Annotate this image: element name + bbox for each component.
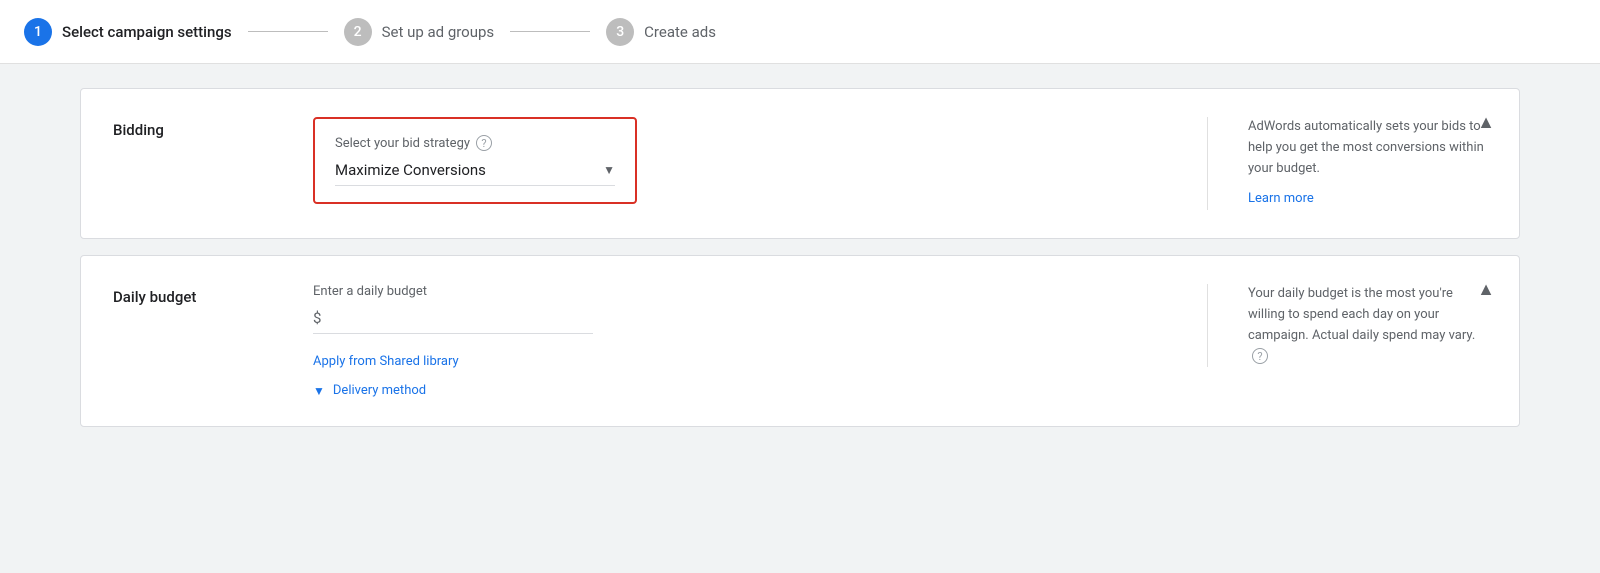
daily-budget-side: Your daily budget is the most you're wil… [1207, 284, 1487, 367]
bid-strategy-box: Select your bid strategy ? Maximize Conv… [313, 117, 637, 204]
step-2-circle: 2 [344, 18, 372, 46]
step-1-label: Select campaign settings [62, 23, 232, 41]
budget-input-row: $ [313, 309, 593, 334]
daily-budget-card: ▲ Daily budget Enter a daily budget $ Ap… [80, 255, 1520, 427]
main-content: ▲ Bidding Select your bid strategy ? Max… [0, 64, 1600, 451]
step-1: 1 Select campaign settings [24, 18, 232, 46]
delivery-method-chevron-icon: ▼ [313, 384, 325, 398]
step-connector-2 [510, 31, 590, 32]
bidding-side-text: AdWords automatically sets your bids to … [1248, 117, 1487, 179]
daily-budget-body: Enter a daily budget $ Apply from Shared… [313, 284, 1167, 398]
bidding-card-inner: Bidding Select your bid strategy ? Maxim… [113, 117, 1487, 210]
bidding-body: Select your bid strategy ? Maximize Conv… [313, 117, 1167, 204]
daily-budget-card-inner: Daily budget Enter a daily budget $ Appl… [113, 284, 1487, 398]
bidding-card: ▲ Bidding Select your bid strategy ? Max… [80, 88, 1520, 239]
step-2-label: Set up ad groups [382, 23, 495, 41]
bidding-side: AdWords automatically sets your bids to … [1207, 117, 1487, 210]
step-3: 3 Create ads [606, 18, 716, 46]
bid-strategy-value: Maximize Conversions [335, 161, 486, 179]
delivery-method-label: Delivery method [333, 383, 426, 398]
step-2: 2 Set up ad groups [344, 18, 495, 46]
apply-shared-library-link[interactable]: Apply from Shared library [313, 354, 459, 369]
bidding-collapse-button[interactable]: ▲ [1477, 113, 1495, 131]
currency-symbol: $ [313, 309, 321, 327]
bid-strategy-dropdown-arrow: ▼ [603, 163, 615, 177]
delivery-method-row[interactable]: ▼ Delivery method [313, 383, 1167, 398]
step-connector-1 [248, 31, 328, 32]
stepper: 1 Select campaign settings 2 Set up ad g… [0, 0, 1600, 64]
daily-budget-input-label: Enter a daily budget [313, 284, 1167, 299]
daily-budget-side-text: Your daily budget is the most you're wil… [1248, 284, 1487, 367]
learn-more-link[interactable]: Learn more [1248, 189, 1314, 210]
step-1-circle: 1 [24, 18, 52, 46]
step-3-label: Create ads [644, 23, 716, 41]
daily-budget-label: Daily budget [113, 284, 313, 306]
step-3-circle: 3 [606, 18, 634, 46]
daily-budget-collapse-button[interactable]: ▲ [1477, 280, 1495, 298]
bid-strategy-help-icon[interactable]: ? [476, 135, 492, 151]
budget-input[interactable] [327, 310, 593, 327]
daily-budget-info-icon[interactable]: ? [1252, 348, 1268, 364]
bidding-label: Bidding [113, 117, 313, 139]
bid-strategy-dropdown[interactable]: Maximize Conversions ▼ [335, 161, 615, 186]
bid-strategy-label: Select your bid strategy ? [335, 135, 615, 151]
